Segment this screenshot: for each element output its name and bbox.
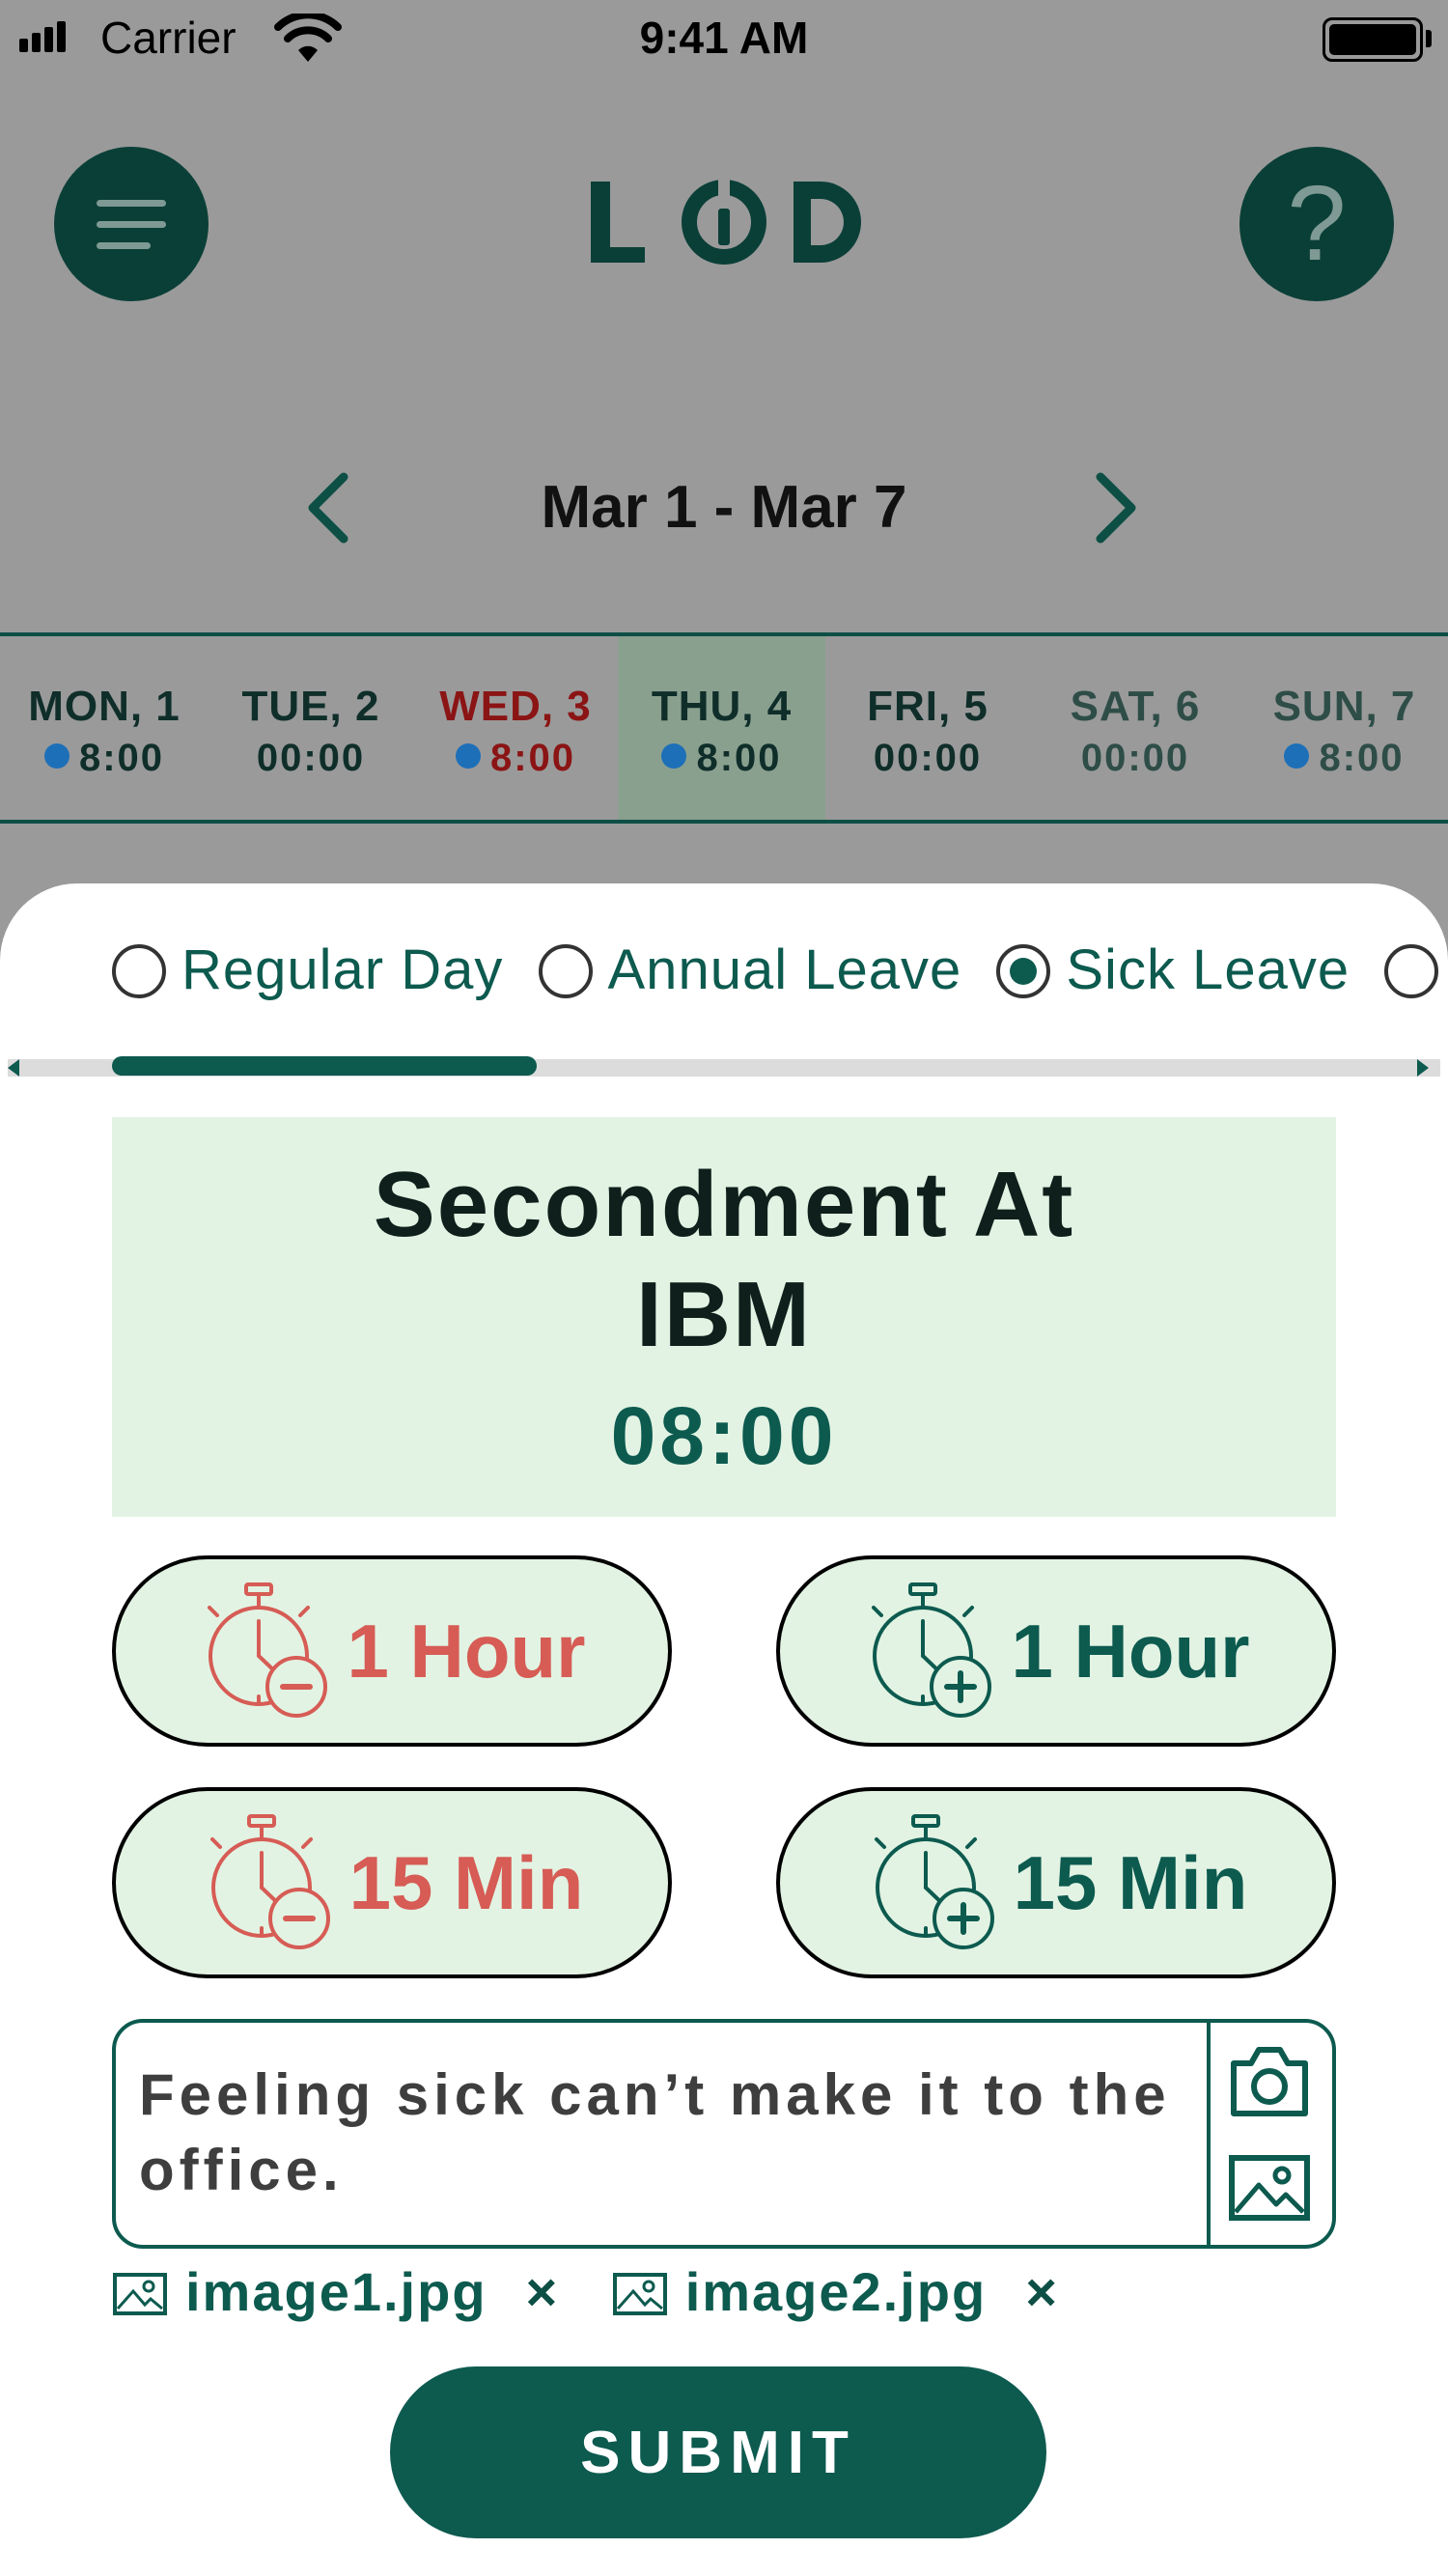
stopwatch-minus-icon bbox=[208, 1582, 328, 1718]
status-time: 9:41 AM bbox=[639, 13, 809, 63]
button-label: 1 Hour bbox=[347, 1608, 586, 1694]
day-name: WED, 3 bbox=[439, 683, 592, 730]
help-button[interactable]: ? bbox=[1239, 147, 1394, 301]
day-type-annual-leave[interactable]: Annual Leave bbox=[538, 938, 962, 1002]
day-hours: 8:00 bbox=[413, 737, 618, 780]
minus-1-hour-button[interactable]: 1 Hour bbox=[112, 1555, 672, 1747]
radio-icon bbox=[1384, 944, 1439, 998]
note-text[interactable]: Feeling sick can’t make it to the office… bbox=[139, 2058, 1182, 2208]
day-type-label: Sick Leave bbox=[1066, 938, 1351, 1001]
day-name: SAT, 6 bbox=[1070, 683, 1201, 730]
day-type-regular[interactable]: Regular Day bbox=[112, 938, 503, 1002]
attachment-item: image1.jpg × bbox=[112, 2260, 559, 2323]
entry-sheet: Regular Day Annual Leave Sick Leave Seco… bbox=[0, 883, 1448, 2576]
image-icon bbox=[113, 2273, 167, 2315]
button-label: 1 Hour bbox=[1011, 1608, 1250, 1694]
day-type-more[interactable] bbox=[1384, 938, 1448, 1002]
day-type-label: Annual Leave bbox=[607, 938, 962, 1001]
entry-dot bbox=[661, 743, 687, 769]
day-type-label: Regular Day bbox=[181, 938, 504, 1001]
status-bar: Carrier 9:41 AM bbox=[0, 0, 1448, 77]
plus-15-min-button[interactable]: 15 Min bbox=[776, 1787, 1336, 1978]
hamburger-icon bbox=[97, 200, 166, 249]
submit-button[interactable]: SUBMIT bbox=[390, 2366, 1046, 2538]
radio-icon bbox=[112, 944, 166, 998]
day-name: TUE, 2 bbox=[241, 683, 380, 730]
day-type-sick-leave[interactable]: Sick Leave bbox=[996, 938, 1350, 1002]
note-divider bbox=[1207, 2023, 1211, 2245]
day-name: FRI, 5 bbox=[867, 683, 989, 730]
project-card: Secondment At IBM 08:00 bbox=[112, 1117, 1336, 1517]
button-label: 15 Min bbox=[1013, 1839, 1248, 1925]
day-wed[interactable]: WED, 3 8:00 bbox=[413, 636, 618, 820]
radio-selected-icon bbox=[996, 944, 1051, 998]
project-name: Secondment At IBM bbox=[373, 1153, 1075, 1366]
camera-button[interactable] bbox=[1226, 2042, 1313, 2121]
day-sat[interactable]: SAT, 6 00:00 bbox=[1030, 636, 1240, 820]
day-hours: 8:00 bbox=[618, 737, 825, 780]
attachment-name: image1.jpg bbox=[185, 2261, 487, 2322]
help-icon: ? bbox=[1287, 164, 1347, 283]
button-label: 15 Min bbox=[348, 1839, 584, 1925]
plus-1-hour-button[interactable]: 1 Hour bbox=[776, 1555, 1336, 1747]
remove-attachment-icon[interactable]: × bbox=[526, 2260, 560, 2323]
menu-button[interactable] bbox=[54, 147, 209, 301]
week-range: Mar 1 - Mar 7 bbox=[541, 474, 907, 541]
battery-tip bbox=[1426, 30, 1432, 47]
day-type-selector: Regular Day Annual Leave Sick Leave bbox=[112, 938, 1448, 1002]
day-sun[interactable]: SUN, 7 8:00 bbox=[1240, 636, 1448, 820]
image-icon bbox=[612, 2273, 667, 2315]
day-hours: 00:00 bbox=[256, 737, 366, 779]
day-name: THU, 4 bbox=[651, 683, 793, 730]
project-hours: 08:00 bbox=[610, 1390, 838, 1481]
minus-15-min-button[interactable]: 15 Min bbox=[112, 1787, 672, 1978]
entry-dot bbox=[1284, 743, 1310, 769]
stopwatch-plus-icon bbox=[872, 1582, 992, 1718]
image-icon bbox=[1229, 2155, 1310, 2221]
day-thu[interactable]: THU, 4 8:00 bbox=[618, 636, 825, 820]
day-strip: MON, 1 8:00 TUE, 2 00:00 WED, 3 8:00 THU… bbox=[0, 632, 1448, 824]
day-hours: 00:00 bbox=[1080, 737, 1190, 779]
day-hours: 8:00 bbox=[0, 737, 209, 780]
stopwatch-plus-icon bbox=[874, 1814, 994, 1949]
camera-icon bbox=[1231, 2047, 1308, 2116]
day-name: MON, 1 bbox=[28, 683, 181, 730]
app-logo bbox=[579, 174, 869, 270]
scrollbar-thumb[interactable] bbox=[112, 1056, 537, 1076]
attachment-name: image2.jpg bbox=[684, 2261, 988, 2322]
battery-icon bbox=[1323, 17, 1423, 62]
attachment-list: image1.jpg × image2.jpg × bbox=[112, 2260, 1107, 2323]
remove-attachment-icon[interactable]: × bbox=[1025, 2260, 1059, 2323]
scroll-right-icon[interactable] bbox=[1417, 1059, 1429, 1077]
entry-dot bbox=[455, 743, 481, 769]
chevron-right-icon bbox=[1096, 472, 1136, 544]
day-tue[interactable]: TUE, 2 00:00 bbox=[209, 636, 413, 820]
day-fri[interactable]: FRI, 5 00:00 bbox=[825, 636, 1030, 820]
scroll-left-icon[interactable] bbox=[8, 1059, 19, 1077]
day-name: SUN, 7 bbox=[1272, 683, 1416, 730]
stopwatch-minus-icon bbox=[209, 1814, 330, 1949]
radio-icon bbox=[538, 944, 593, 998]
day-hours: 8:00 bbox=[1240, 737, 1448, 780]
day-hours: 00:00 bbox=[873, 737, 983, 779]
next-week-button[interactable] bbox=[1089, 471, 1143, 549]
day-mon[interactable]: MON, 1 8:00 bbox=[0, 636, 209, 820]
gallery-button[interactable] bbox=[1226, 2148, 1313, 2227]
note-field[interactable]: Feeling sick can’t make it to the office… bbox=[112, 2019, 1336, 2249]
attachment-item: image2.jpg × bbox=[612, 2260, 1059, 2323]
entry-dot bbox=[43, 743, 70, 769]
